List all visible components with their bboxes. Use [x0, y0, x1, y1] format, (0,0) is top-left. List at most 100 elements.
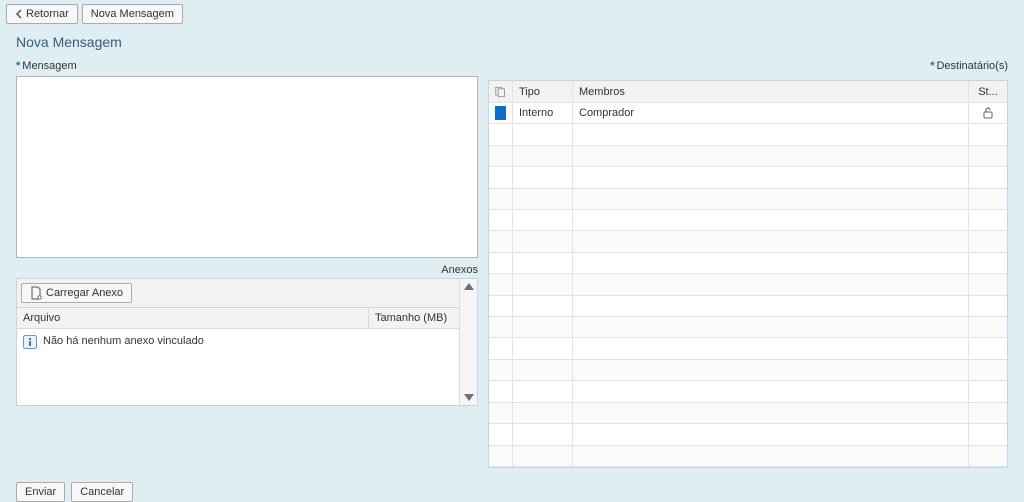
row-membros: [573, 424, 969, 444]
row-selector[interactable]: [489, 253, 513, 273]
table-row[interactable]: [489, 381, 1007, 402]
table-row[interactable]: [489, 124, 1007, 145]
row-status: [969, 381, 1007, 401]
row-tipo: [513, 231, 573, 251]
table-row[interactable]: [489, 146, 1007, 167]
row-selector[interactable]: [489, 189, 513, 209]
recipients-col-tipo[interactable]: Tipo: [513, 81, 573, 102]
table-row[interactable]: InternoComprador: [489, 103, 1007, 124]
scroll-down-icon[interactable]: [464, 394, 474, 401]
table-row[interactable]: [489, 274, 1007, 295]
table-row[interactable]: [489, 253, 1007, 274]
table-row[interactable]: [489, 338, 1007, 359]
cancel-button-label: Cancelar: [80, 486, 124, 498]
scroll-up-icon[interactable]: [464, 283, 474, 290]
row-tipo: [513, 296, 573, 316]
top-toolbar: Retornar Nova Mensagem: [0, 0, 1024, 28]
row-selector[interactable]: [489, 146, 513, 166]
back-button[interactable]: Retornar: [6, 4, 78, 24]
row-tipo: [513, 210, 573, 230]
row-status: [969, 167, 1007, 187]
upload-attachment-button[interactable]: Carregar Anexo: [21, 283, 132, 303]
row-status: [969, 403, 1007, 423]
select-column-icon: [495, 85, 506, 99]
row-selector[interactable]: [489, 210, 513, 230]
row-tipo: [513, 338, 573, 358]
row-tipo: [513, 403, 573, 423]
row-membros: [573, 146, 969, 166]
message-label-text: Mensagem: [22, 60, 76, 72]
row-status: [969, 189, 1007, 209]
attachments-panel: Carregar Anexo Arquivo Tamanho (MB): [16, 278, 478, 406]
row-selector[interactable]: [489, 424, 513, 444]
recipients-col-st[interactable]: St...: [969, 81, 1007, 102]
row-status: [969, 124, 1007, 144]
row-selector[interactable]: [489, 103, 513, 123]
recipients-table: Tipo Membros St... InternoComprador: [488, 80, 1008, 468]
table-row[interactable]: [489, 317, 1007, 338]
row-membros: Comprador: [573, 103, 969, 123]
table-row[interactable]: [489, 189, 1007, 210]
row-status: [969, 103, 1007, 123]
required-asterisk-icon: *: [930, 60, 934, 72]
footer-toolbar: Enviar Cancelar: [0, 468, 1024, 502]
row-tipo: [513, 317, 573, 337]
row-selector[interactable]: [489, 317, 513, 337]
row-selector[interactable]: [489, 167, 513, 187]
table-row[interactable]: [489, 424, 1007, 445]
row-status: [969, 296, 1007, 316]
row-status: [969, 253, 1007, 273]
attachments-scrollbar[interactable]: [459, 279, 477, 405]
row-status: [969, 231, 1007, 251]
row-tipo: [513, 146, 573, 166]
recipients-label: * Destinatário(s): [930, 60, 1008, 72]
required-asterisk-icon: *: [16, 60, 20, 72]
table-row[interactable]: [489, 446, 1007, 467]
row-selector[interactable]: [489, 338, 513, 358]
attachments-col-size: Tamanho (MB): [369, 308, 459, 328]
new-message-button[interactable]: Nova Mensagem: [82, 4, 183, 24]
table-row[interactable]: [489, 210, 1007, 231]
row-tipo: [513, 381, 573, 401]
attachments-header-row: Arquivo Tamanho (MB): [17, 308, 459, 329]
upload-icon: [30, 286, 42, 300]
page-title: Nova Mensagem: [0, 28, 1024, 60]
row-status: [969, 146, 1007, 166]
row-tipo: [513, 189, 573, 209]
recipients-label-text: Destinatário(s): [936, 60, 1008, 72]
cancel-button[interactable]: Cancelar: [71, 482, 133, 502]
table-row[interactable]: [489, 231, 1007, 252]
recipients-header-row: Tipo Membros St...: [489, 81, 1007, 103]
row-status: [969, 317, 1007, 337]
row-selector[interactable]: [489, 381, 513, 401]
table-row[interactable]: [489, 296, 1007, 317]
row-tipo: [513, 274, 573, 294]
attachments-col-file: Arquivo: [17, 308, 369, 328]
row-selector[interactable]: [489, 231, 513, 251]
send-button-label: Enviar: [25, 486, 56, 498]
attachments-section-label: Anexos: [16, 264, 478, 276]
recipients-col-membros[interactable]: Membros: [573, 81, 969, 102]
row-tipo: [513, 253, 573, 273]
row-membros: [573, 189, 969, 209]
message-label: * Mensagem: [16, 60, 478, 72]
row-selector[interactable]: [489, 403, 513, 423]
message-textarea[interactable]: [16, 76, 478, 258]
row-tipo: [513, 124, 573, 144]
send-button[interactable]: Enviar: [16, 482, 65, 502]
row-selector[interactable]: [489, 446, 513, 466]
attachments-empty-row: Não há nenhum anexo vinculado: [17, 329, 459, 405]
row-selector[interactable]: [489, 124, 513, 144]
recipients-col-selector[interactable]: [489, 81, 513, 102]
row-membros: [573, 317, 969, 337]
back-button-label: Retornar: [26, 8, 69, 20]
table-row[interactable]: [489, 360, 1007, 381]
table-row[interactable]: [489, 167, 1007, 188]
row-status: [969, 274, 1007, 294]
upload-attachment-label: Carregar Anexo: [46, 287, 123, 299]
row-selector[interactable]: [489, 360, 513, 380]
row-membros: [573, 167, 969, 187]
row-selector[interactable]: [489, 296, 513, 316]
row-selector[interactable]: [489, 274, 513, 294]
table-row[interactable]: [489, 403, 1007, 424]
